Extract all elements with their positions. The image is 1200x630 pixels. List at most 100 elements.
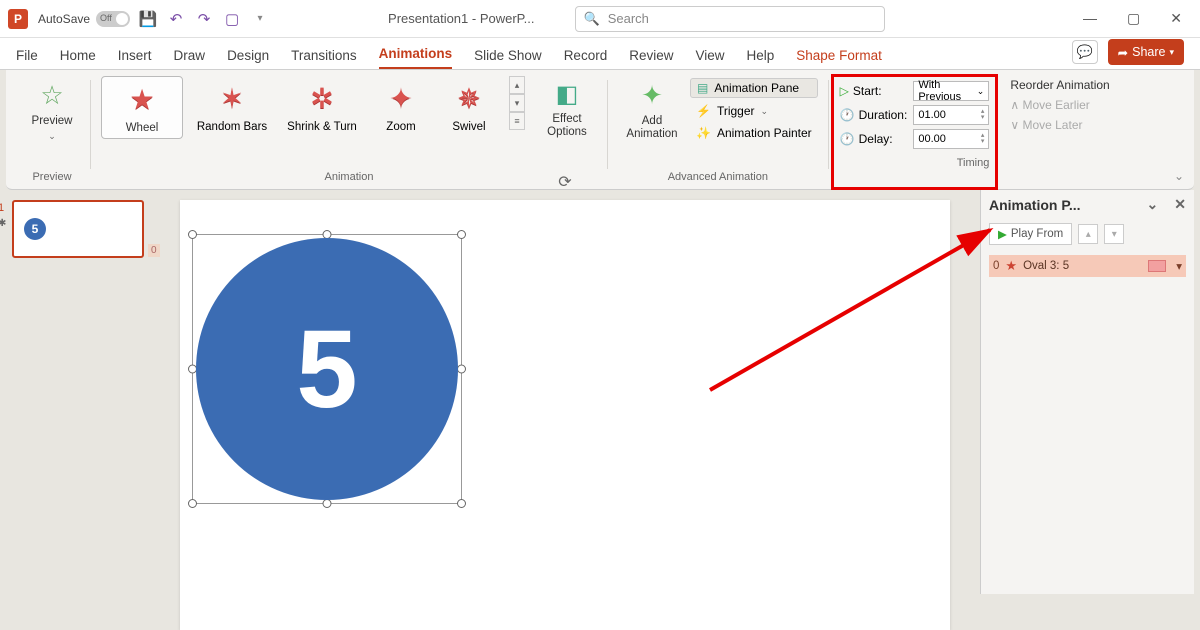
tab-draw[interactable]: Draw: [174, 48, 206, 69]
resize-handle[interactable]: [188, 230, 197, 239]
search-box[interactable]: 🔍 Search: [575, 6, 885, 32]
tab-help[interactable]: Help: [747, 48, 775, 69]
slide-thumbnail-1[interactable]: 5: [12, 200, 144, 258]
chevron-down-icon: ⌄: [48, 131, 56, 142]
move-up-button[interactable]: ▴: [1078, 224, 1098, 244]
star-icon: ✲: [310, 82, 333, 115]
autosave-label: AutoSave: [38, 12, 90, 26]
resize-handle[interactable]: [188, 499, 197, 508]
title-bar: P AutoSave Off 💾 ↶ ↷ ▢ ▾ Presentation1 -…: [0, 0, 1200, 38]
collapse-ribbon-icon[interactable]: ⌄: [1174, 169, 1184, 183]
resize-handle[interactable]: [323, 499, 332, 508]
move-later-button[interactable]: ∨ Move Later: [1010, 118, 1109, 132]
tab-slideshow[interactable]: Slide Show: [474, 48, 542, 69]
star-icon: ✦: [389, 82, 412, 115]
slideshow-icon[interactable]: ▢: [224, 11, 240, 27]
save-icon[interactable]: 💾: [140, 11, 156, 27]
tab-view[interactable]: View: [695, 48, 724, 69]
animation-pane-title: Animation P...: [989, 197, 1081, 213]
animation-painter-button[interactable]: ✨ Animation Painter: [690, 124, 818, 142]
group-label-animation: Animation: [325, 169, 374, 187]
maximize-icon[interactable]: ▢: [1127, 10, 1140, 27]
ribbon: ☆ Preview ⌄ Preview ★ Wheel ✶ Random Bar…: [6, 70, 1194, 190]
group-timing: ▷Start: With Previous⌄ 🕐Duration: 01.00▴…: [831, 74, 999, 189]
tab-file[interactable]: File: [16, 48, 38, 69]
anim-shrink-turn[interactable]: ✲ Shrink & Turn: [281, 76, 363, 133]
animation-gallery[interactable]: ★ Wheel ✶ Random Bars ✲ Shrink & Turn ✦ …: [101, 76, 525, 139]
add-animation-icon: ✦: [641, 80, 663, 111]
tab-review[interactable]: Review: [629, 48, 673, 69]
animation-pane-icon: ▤: [697, 81, 708, 95]
group-advanced-animation: ✦ Add Animation ▤ Animation Pane ⚡ Trigg…: [610, 74, 826, 189]
tab-home[interactable]: Home: [60, 48, 96, 69]
anim-swivel[interactable]: ✵ Swivel: [439, 76, 499, 133]
group-reorder: Reorder Animation ∧ Move Earlier ∨ Move …: [998, 74, 1121, 189]
qat-dropdown-icon[interactable]: ▾: [252, 11, 268, 27]
anim-random-bars[interactable]: ✶ Random Bars: [191, 76, 273, 133]
ribbon-tabs: File Home Insert Draw Design Transitions…: [0, 38, 1200, 70]
slide-thumbnails: 1 ✱ 5: [6, 190, 150, 594]
close-pane-icon[interactable]: ✕: [1174, 196, 1186, 213]
rotate-handle-icon[interactable]: ⟳: [558, 172, 571, 192]
slide[interactable]: ⟳ 5: [180, 200, 950, 630]
autosave-switch[interactable]: Off: [96, 11, 130, 27]
tab-animations[interactable]: Animations: [379, 46, 453, 69]
effect-star-icon: ★: [1005, 258, 1017, 274]
start-dropdown[interactable]: With Previous⌄: [913, 81, 989, 101]
spinner-icon[interactable]: ▴▾: [981, 109, 985, 121]
resize-handle[interactable]: [457, 365, 466, 374]
tab-shape-format[interactable]: Shape Format: [796, 48, 882, 69]
search-icon: 🔍: [584, 11, 600, 27]
animation-tag[interactable]: 0: [148, 244, 160, 257]
oval-shape[interactable]: 5: [196, 238, 458, 500]
chevron-down-icon[interactable]: ▾: [1176, 259, 1182, 273]
share-button[interactable]: ➦Share▾: [1108, 39, 1184, 65]
resize-handle[interactable]: [457, 499, 466, 508]
spinner-icon[interactable]: ▴▾: [981, 133, 985, 145]
delay-label: 🕐Delay:: [840, 132, 908, 146]
app-icon: P: [8, 9, 28, 29]
play-icon: ▶: [998, 227, 1007, 241]
tab-record[interactable]: Record: [564, 48, 608, 69]
star-icon: ★: [129, 83, 154, 116]
tab-design[interactable]: Design: [227, 48, 269, 69]
anim-wheel[interactable]: ★ Wheel: [101, 76, 183, 139]
group-animation: ★ Wheel ✶ Random Bars ✲ Shrink & Turn ✦ …: [93, 74, 605, 189]
animation-list-item[interactable]: 0 ★ Oval 3: 5 ▾: [989, 255, 1186, 277]
group-preview: ☆ Preview ⌄ Preview: [16, 74, 88, 189]
slide-canvas-area: 0 ⟳ 5: [150, 190, 980, 594]
timeline-bar[interactable]: [1148, 260, 1166, 272]
chevron-down-icon[interactable]: ⌄: [1147, 196, 1159, 213]
play-icon: ▷: [840, 84, 849, 98]
move-earlier-button[interactable]: ∧ Move Earlier: [1010, 98, 1109, 112]
move-down-button[interactable]: ▾: [1104, 224, 1124, 244]
close-icon[interactable]: ✕: [1170, 10, 1182, 27]
clock-icon: 🕐: [840, 132, 855, 146]
effect-options-button[interactable]: ◧ Effect Options: [537, 76, 597, 142]
trigger-button[interactable]: ⚡ Trigger ⌄: [690, 102, 818, 120]
redo-icon[interactable]: ↷: [196, 11, 212, 27]
anim-zoom[interactable]: ✦ Zoom: [371, 76, 431, 133]
minimize-icon[interactable]: —: [1083, 10, 1097, 27]
play-from-button[interactable]: ▶Play From: [989, 223, 1072, 245]
delay-field[interactable]: 00.00▴▾: [913, 129, 989, 149]
autosave-toggle[interactable]: AutoSave Off: [38, 11, 130, 27]
start-label: ▷Start:: [840, 84, 908, 98]
group-label-reorder: [1058, 169, 1061, 187]
gallery-up-icon[interactable]: ▴: [509, 76, 525, 94]
tab-transitions[interactable]: Transitions: [291, 48, 357, 69]
group-label-advanced: Advanced Animation: [668, 169, 768, 187]
animation-pane-button[interactable]: ▤ Animation Pane: [690, 78, 818, 98]
comments-button[interactable]: 💬: [1072, 40, 1098, 64]
preview-button[interactable]: ☆ Preview ⌄: [24, 76, 80, 146]
undo-icon[interactable]: ↶: [168, 11, 184, 27]
duration-field[interactable]: 01.00▴▾: [913, 105, 989, 125]
gallery-more-icon[interactable]: ≡: [509, 112, 525, 130]
add-animation-button[interactable]: ✦ Add Animation: [618, 76, 686, 144]
anim-order: 0: [993, 260, 999, 272]
tab-insert[interactable]: Insert: [118, 48, 152, 69]
gallery-down-icon[interactable]: ▾: [509, 94, 525, 112]
slide-number: 1: [0, 202, 4, 214]
resize-handle[interactable]: [457, 230, 466, 239]
gallery-scroll[interactable]: ▴ ▾ ≡: [509, 76, 525, 130]
